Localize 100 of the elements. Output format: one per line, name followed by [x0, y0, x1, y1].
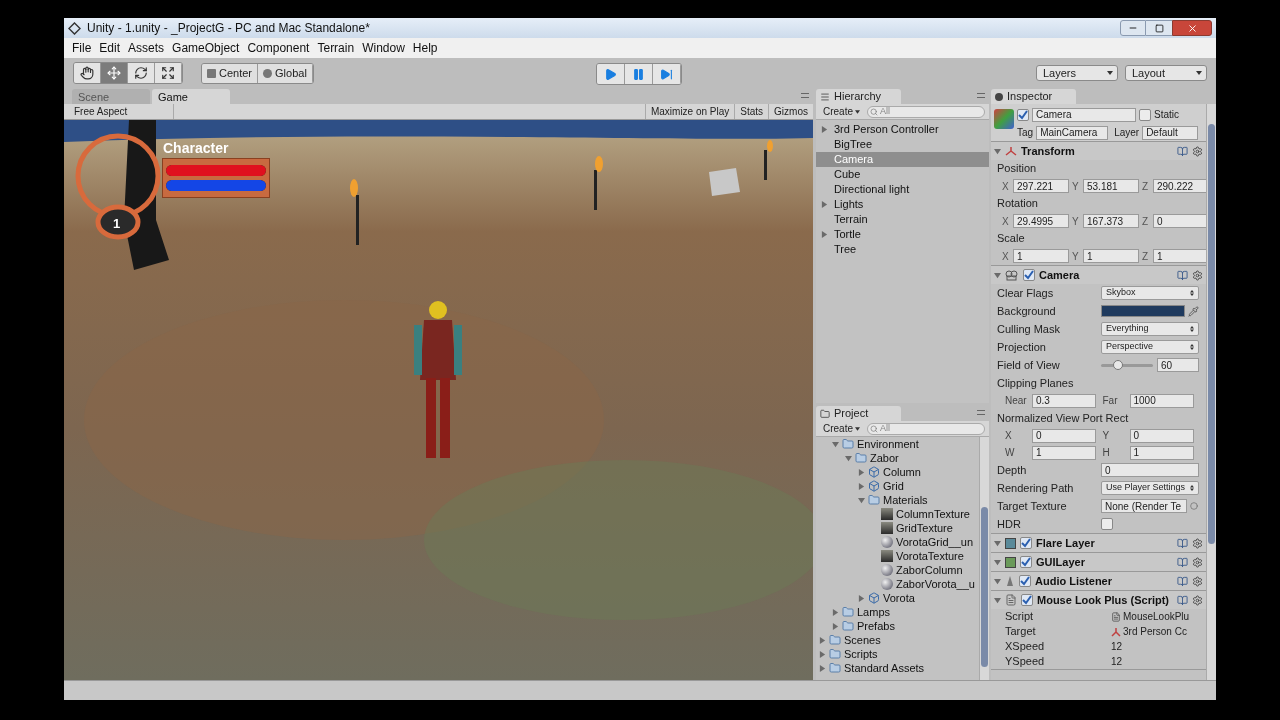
aspect-dropdown[interactable]: Free Aspect: [64, 104, 174, 119]
game-toolbar-button[interactable]: Gizmos: [768, 104, 813, 119]
object-picker-icon[interactable]: [1190, 502, 1198, 510]
project-item[interactable]: ZaborVorota__u: [816, 577, 979, 591]
help-book-icon[interactable]: [1177, 594, 1188, 606]
tag-dropdown[interactable]: MainCamera: [1036, 125, 1109, 140]
scrollbar[interactable]: [1206, 104, 1216, 680]
hierarchy-item[interactable]: 3rd Person Controller: [816, 122, 989, 137]
create-dropdown[interactable]: Create: [820, 422, 863, 435]
search-field[interactable]: All: [867, 105, 985, 118]
settings-icon[interactable]: [1192, 537, 1203, 549]
expand-arrow-icon[interactable]: [821, 126, 828, 133]
collapse-arrow-icon[interactable]: [994, 596, 1001, 604]
tool-button[interactable]: [155, 63, 182, 83]
eyedropper-icon[interactable]: [1188, 305, 1199, 317]
value-field[interactable]: 0: [1129, 428, 1194, 443]
menu-item[interactable]: Window: [358, 39, 409, 57]
settings-icon[interactable]: [1192, 145, 1203, 157]
help-book-icon[interactable]: [1177, 556, 1188, 568]
dropdown[interactable]: Use Player Settings: [1101, 481, 1199, 495]
expand-arrow-icon[interactable]: [821, 201, 828, 208]
hierarchy-item[interactable]: Lights: [816, 197, 989, 212]
panel-menu-icon[interactable]: [977, 410, 985, 415]
component-header[interactable]: Flare Layer: [991, 534, 1206, 552]
name-field[interactable]: Camera: [1032, 107, 1136, 122]
project-item[interactable]: ColumnTexture: [816, 507, 979, 521]
color-swatch[interactable]: [1101, 305, 1185, 317]
dropdown[interactable]: Layout: [1125, 65, 1207, 81]
panel-menu-icon[interactable]: [801, 93, 809, 98]
layer-dropdown[interactable]: Default: [1142, 125, 1199, 140]
hierarchy-item[interactable]: Cube: [816, 167, 989, 182]
component-header[interactable]: Audio Listener: [991, 572, 1206, 590]
value-field[interactable]: 0: [1101, 463, 1199, 477]
object-field[interactable]: None (Render Te: [1101, 499, 1187, 513]
slider-track[interactable]: [1101, 363, 1153, 367]
project-item[interactable]: Scripts: [816, 647, 979, 661]
tool-button[interactable]: [74, 63, 101, 83]
settings-icon[interactable]: [1192, 556, 1203, 568]
dropdown[interactable]: Skybox: [1101, 286, 1199, 300]
component-header[interactable]: GUILayer: [991, 553, 1206, 571]
pivot-toggle-button[interactable]: Center: [202, 63, 259, 83]
project-item[interactable]: Vorota: [816, 591, 979, 605]
menu-item[interactable]: Terrain: [313, 39, 359, 57]
project-item[interactable]: Zabor: [816, 451, 979, 465]
value-field[interactable]: 1: [1013, 249, 1069, 263]
tool-button[interactable]: [128, 63, 155, 83]
hierarchy-item[interactable]: Terrain: [816, 212, 989, 227]
project-item[interactable]: Materials: [816, 493, 979, 507]
component-checkbox[interactable]: [1020, 537, 1032, 549]
expand-arrow-icon[interactable]: [821, 231, 828, 238]
hierarchy-item[interactable]: Tortle: [816, 227, 989, 242]
project-item[interactable]: VorotaGrid__un: [816, 535, 979, 549]
collapse-arrow-icon[interactable]: [994, 539, 1001, 547]
project-item[interactable]: Prefabs: [816, 619, 979, 633]
menu-item[interactable]: Edit: [95, 39, 125, 57]
component-checkbox[interactable]: [1019, 575, 1031, 587]
collapse-arrow-icon[interactable]: [994, 271, 1001, 279]
menu-item[interactable]: File: [68, 39, 96, 57]
search-field[interactable]: All: [867, 422, 985, 435]
menu-item[interactable]: Component: [243, 39, 314, 57]
component-checkbox[interactable]: [1023, 269, 1035, 281]
pause-button[interactable]: [625, 64, 653, 84]
help-book-icon[interactable]: [1177, 575, 1188, 587]
create-dropdown[interactable]: Create: [820, 105, 863, 118]
panel-menu-icon[interactable]: [977, 93, 985, 98]
dropdown[interactable]: Layers: [1036, 65, 1118, 81]
slider-thumb[interactable]: [1113, 359, 1124, 370]
collapse-arrow-icon[interactable]: [994, 577, 1001, 585]
value-field[interactable]: 290.222: [1153, 179, 1206, 193]
value-field[interactable]: 1000: [1129, 393, 1194, 408]
component-header[interactable]: Camera: [991, 266, 1206, 284]
value-field[interactable]: 0.3: [1032, 393, 1096, 408]
menu-item[interactable]: Assets: [124, 39, 169, 57]
project-item[interactable]: ZaborColumn: [816, 563, 979, 577]
help-book-icon[interactable]: [1177, 269, 1188, 281]
static-checkbox[interactable]: [1139, 108, 1151, 121]
hierarchy-item[interactable]: BigTree: [816, 137, 989, 152]
component-checkbox[interactable]: [1021, 594, 1033, 606]
menu-item[interactable]: GameObject: [168, 39, 244, 57]
minimize-button[interactable]: [1120, 20, 1146, 36]
value-field[interactable]: 1: [1129, 445, 1194, 460]
settings-icon[interactable]: [1192, 594, 1203, 606]
game-toolbar-button[interactable]: Stats: [734, 104, 769, 119]
game-toolbar-button[interactable]: Maximize on Play: [644, 104, 735, 119]
hierarchy-item[interactable]: Directional light: [816, 182, 989, 197]
checkbox[interactable]: [1101, 518, 1113, 530]
panel-tab[interactable]: Project: [816, 406, 901, 421]
project-item[interactable]: VorotaTexture: [816, 549, 979, 563]
value-field[interactable]: 297.221: [1013, 179, 1069, 193]
active-checkbox[interactable]: [1017, 108, 1029, 121]
panel-tab[interactable]: Hierarchy: [816, 89, 901, 104]
settings-icon[interactable]: [1192, 575, 1203, 587]
component-header[interactable]: Transform: [991, 142, 1206, 160]
value-field[interactable]: 53.181: [1083, 179, 1139, 193]
project-item[interactable]: Scenes: [816, 633, 979, 647]
dropdown[interactable]: Perspective: [1101, 340, 1199, 354]
pivot-toggle-button[interactable]: Global: [258, 63, 313, 83]
component-checkbox[interactable]: [1020, 556, 1032, 568]
hierarchy-item[interactable]: Tree: [816, 242, 989, 257]
collapse-arrow-icon[interactable]: [994, 558, 1001, 566]
